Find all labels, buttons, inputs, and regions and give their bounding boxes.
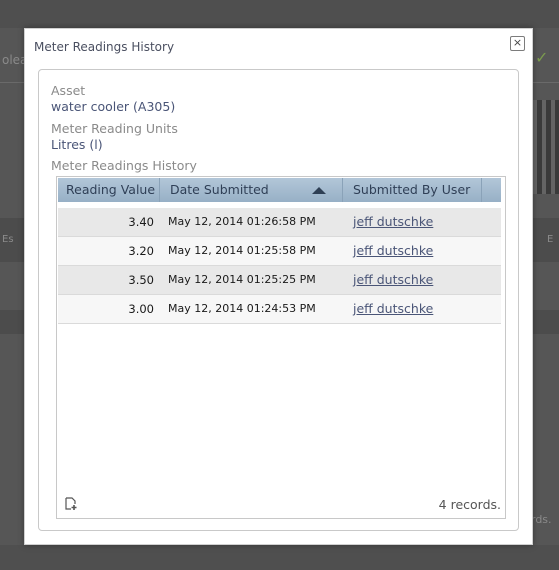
add-record-icon[interactable] [64, 497, 78, 511]
bg-text-4: rds. [531, 513, 552, 526]
column-date-submitted[interactable]: Date Submitted [170, 178, 269, 202]
dialog-title: Meter Readings History [34, 40, 175, 54]
readings-grid: Reading Value Date Submitted Submitted B… [56, 176, 506, 519]
grid-header: Reading Value Date Submitted Submitted B… [58, 178, 501, 202]
close-icon[interactable]: × [510, 36, 525, 51]
column-reading-value[interactable]: Reading Value [66, 178, 155, 202]
user-link[interactable]: jeff dutschke [353, 237, 433, 265]
column-separator [342, 178, 343, 202]
bg-text-2: Es [2, 234, 14, 245]
units-label: Meter Reading Units [51, 121, 178, 136]
user-link[interactable]: jeff dutschke [353, 295, 433, 323]
reading-value-cell: 3.20 [128, 244, 154, 258]
reading-value-cell: 3.00 [128, 302, 154, 316]
table-row[interactable]: 3.50 May 12, 2014 01:25:25 PM jeff dutsc… [58, 266, 501, 295]
details-panel: Asset water cooler (A305) Meter Reading … [38, 69, 519, 531]
reading-value-cell: 3.40 [128, 215, 154, 229]
column-separator [481, 178, 482, 202]
asset-label: Asset [51, 83, 86, 98]
bg-footer [0, 545, 559, 570]
units-value: Litres (l) [51, 137, 103, 152]
sort-ascending-icon[interactable] [312, 187, 326, 194]
bg-toolbar [0, 0, 559, 28]
column-separator [159, 178, 160, 202]
asset-value: water cooler (A305) [51, 99, 176, 114]
date-cell: May 12, 2014 01:25:58 PM [168, 244, 316, 257]
user-link[interactable]: jeff dutschke [353, 266, 433, 294]
record-count: 4 records. [438, 497, 501, 512]
meter-readings-dialog: Meter Readings History × Asset water coo… [24, 28, 533, 545]
bg-text-3: E [547, 234, 554, 245]
date-cell: May 12, 2014 01:25:25 PM [168, 273, 316, 286]
table-row[interactable]: 3.00 May 12, 2014 01:24:53 PM jeff dutsc… [58, 295, 501, 324]
column-submitted-by[interactable]: Submitted By User [353, 178, 470, 202]
table-row[interactable]: 3.20 May 12, 2014 01:25:58 PM jeff dutsc… [58, 237, 501, 266]
bg-check-icon: ✓ [535, 48, 549, 67]
date-cell: May 12, 2014 01:24:53 PM [168, 302, 316, 315]
table-row[interactable]: 3.40 May 12, 2014 01:26:58 PM jeff dutsc… [58, 208, 501, 237]
date-cell: May 12, 2014 01:26:58 PM [168, 215, 316, 228]
history-label: Meter Readings History [51, 158, 197, 173]
user-link[interactable]: jeff dutschke [353, 208, 433, 236]
reading-value-cell: 3.50 [128, 273, 154, 287]
